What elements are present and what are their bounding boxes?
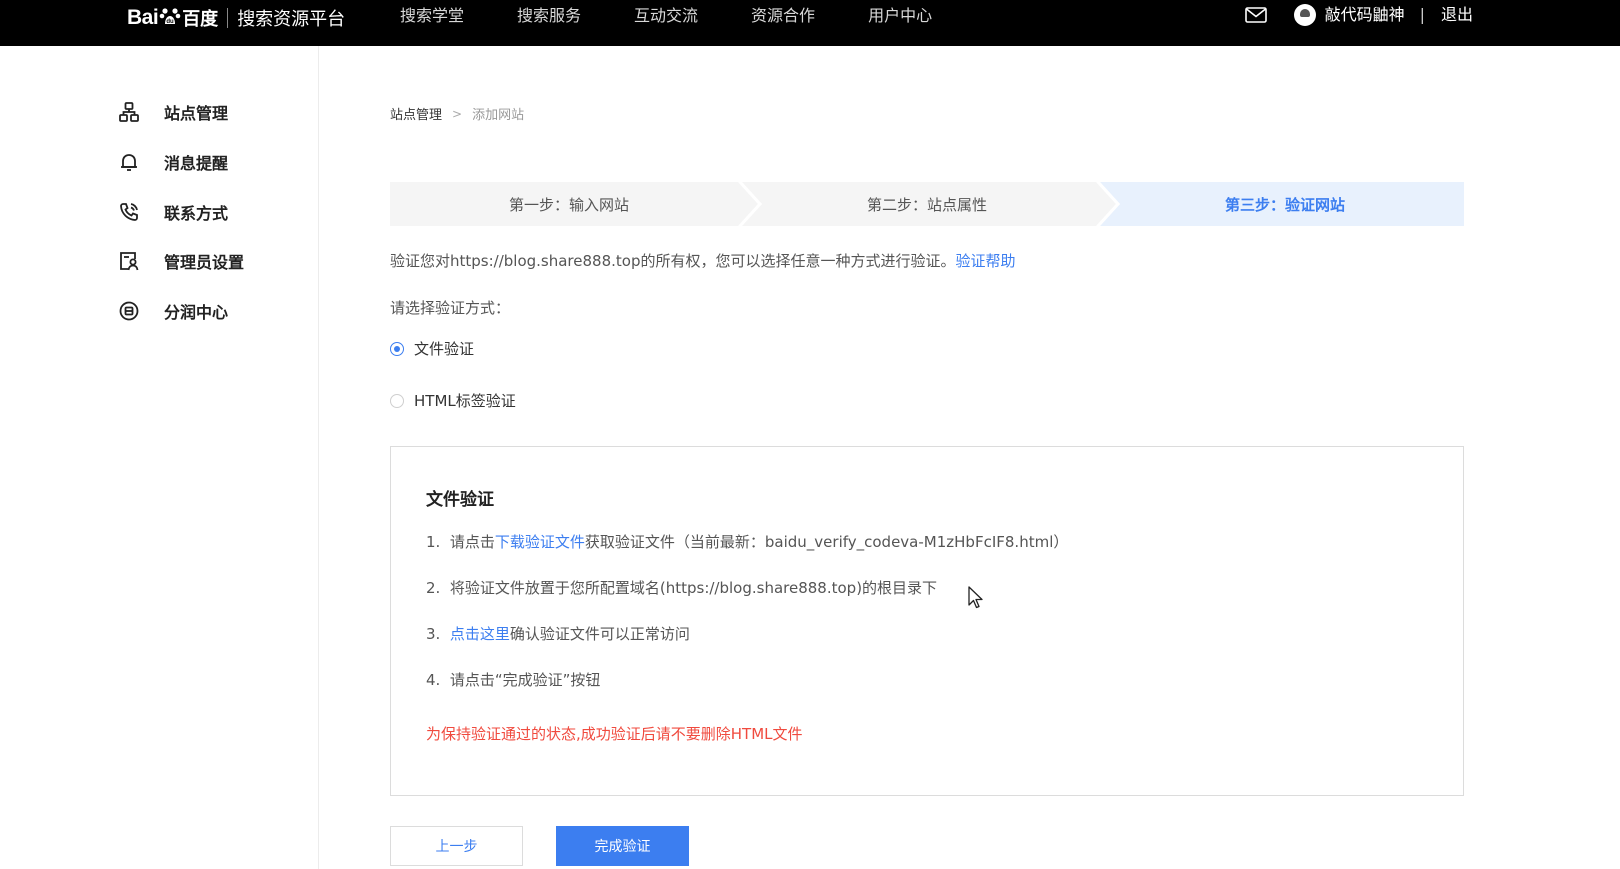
sidebar: 站点管理 消息提醒 联系方式 管理员设置 分润中心 bbox=[0, 46, 319, 869]
sidebar-item-label: 管理员设置 bbox=[164, 253, 245, 272]
logout-link[interactable]: 退出 bbox=[1441, 3, 1473, 27]
step-text: 获取验证文件（当前最新：baidu_verify_codeva-M1zHbFcI… bbox=[584, 533, 1069, 551]
step-2: 第二步：站点属性 bbox=[866, 196, 987, 214]
check-access-link[interactable]: 点击这里 bbox=[450, 625, 510, 643]
step-text: 请点击“完成验证”按钮 bbox=[449, 671, 601, 689]
verify-help-link[interactable]: 验证帮助 bbox=[955, 252, 1015, 270]
choose-method-label: 请选择验证方式： bbox=[390, 299, 511, 317]
method-html-tag-verify[interactable]: HTML标签验证 bbox=[390, 390, 516, 411]
step-number: 1. bbox=[426, 533, 441, 551]
top-nav: 搜索学堂 搜索服务 互动交流 资源合作 用户中心 bbox=[400, 4, 985, 28]
step-indicator: 第一步：输入网站 第二步：站点属性 第三步：验证网站 bbox=[390, 182, 1464, 226]
nav-search-service[interactable]: 搜索服务 bbox=[517, 4, 581, 28]
breadcrumb-site-management[interactable]: 站点管理 bbox=[390, 104, 442, 123]
sidebar-item-site-management[interactable]: 站点管理 bbox=[118, 99, 228, 125]
admin-settings-icon bbox=[118, 250, 140, 272]
file-verify-panel: 文件验证 1. 请点击下载验证文件获取验证文件（当前最新：baidu_verif… bbox=[390, 446, 1464, 796]
svg-text:du: du bbox=[167, 19, 175, 25]
finish-verify-button[interactable]: 完成验证 bbox=[556, 826, 689, 866]
breadcrumb-current: 添加网站 bbox=[472, 108, 525, 123]
sidebar-item-label: 分润中心 bbox=[164, 303, 229, 322]
revenue-share-icon bbox=[118, 300, 140, 322]
radio-html-tag-verify[interactable] bbox=[390, 393, 404, 408]
sidebar-item-label: 联系方式 bbox=[164, 204, 229, 223]
step-text: 确认验证文件可以正常访问 bbox=[509, 625, 690, 643]
method-label: HTML标签验证 bbox=[414, 392, 516, 410]
sidebar-item-label: 站点管理 bbox=[164, 104, 229, 123]
sidebar-item-revenue-share[interactable]: 分润中心 bbox=[118, 298, 228, 324]
user-area: 敲代码鼬神 | 退出 bbox=[1244, 3, 1473, 27]
step-text: 请点击 bbox=[449, 533, 495, 551]
nav-resource-cooperation[interactable]: 资源合作 bbox=[751, 4, 815, 28]
nav-interaction[interactable]: 互动交流 bbox=[634, 4, 698, 28]
step-number: 3. bbox=[426, 625, 441, 643]
download-verify-file-link[interactable]: 下载验证文件 bbox=[495, 533, 585, 551]
top-navbar: Bai du 百度 搜索资源平台 搜索学堂 搜索服务 互动交流 资源合作 用户中… bbox=[0, 0, 1620, 46]
instruction-step-1: 1. 请点击下载验证文件获取验证文件（当前最新：baidu_verify_cod… bbox=[426, 531, 1068, 552]
logo-divider bbox=[227, 8, 229, 28]
chevron-right-icon: > bbox=[452, 106, 463, 121]
step-number: 4. bbox=[426, 671, 441, 689]
mail-icon[interactable] bbox=[1244, 7, 1267, 23]
breadcrumb: 站点管理 > 添加网站 bbox=[390, 104, 525, 124]
prev-step-button[interactable]: 上一步 bbox=[390, 826, 523, 866]
step-1: 第一步：输入网站 bbox=[508, 196, 629, 214]
sidebar-item-label: 消息提醒 bbox=[164, 154, 229, 173]
sidebar-item-contact[interactable]: 联系方式 bbox=[118, 199, 228, 225]
sitemap-icon bbox=[118, 101, 140, 123]
username[interactable]: 敲代码鼬神 bbox=[1325, 3, 1405, 27]
sidebar-item-messages[interactable]: 消息提醒 bbox=[118, 149, 228, 175]
logo-chinese: 百度 bbox=[182, 9, 219, 30]
main-content: 站点管理 > 添加网站 第一步：输入网站 第二步：站点属性 第三步：验证网站 验… bbox=[390, 46, 1620, 869]
logo-text: Bai bbox=[127, 6, 159, 29]
step-number: 2. bbox=[426, 579, 441, 597]
sidebar-item-admin-settings[interactable]: 管理员设置 bbox=[118, 248, 244, 274]
instruction-step-4: 4. 请点击“完成验证”按钮 bbox=[426, 669, 600, 690]
verify-intro: 验证您对https://blog.share888.top的所有权，您可以选择任… bbox=[390, 250, 1016, 271]
avatar[interactable] bbox=[1293, 4, 1316, 26]
intro-text: 验证您对https://blog.share888.top的所有权，您可以选择任… bbox=[390, 252, 956, 270]
phone-icon bbox=[118, 201, 140, 223]
method-file-verify[interactable]: 文件验证 bbox=[390, 338, 474, 359]
step-3-active: 第三步：验证网站 bbox=[1224, 196, 1345, 214]
divider: | bbox=[1419, 5, 1425, 24]
method-label: 文件验证 bbox=[414, 340, 475, 358]
warning-text: 为保持验证通过的状态,成功验证后请不要删除HTML文件 bbox=[426, 725, 803, 743]
radio-file-verify[interactable] bbox=[390, 341, 404, 356]
baidu-logo[interactable]: Bai du 百度 搜索资源平台 bbox=[127, 4, 345, 32]
platform-name: 搜索资源平台 bbox=[237, 9, 346, 30]
instruction-step-3: 3. 点击这里确认验证文件可以正常访问 bbox=[426, 623, 690, 644]
paw-icon: du bbox=[159, 5, 181, 31]
panel-title: 文件验证 bbox=[426, 490, 494, 510]
nav-user-center[interactable]: 用户中心 bbox=[868, 4, 932, 28]
mouse-cursor-icon bbox=[968, 586, 983, 609]
step-text: 将验证文件放置于您所配置域名(https://blog.share888.top… bbox=[449, 579, 938, 597]
nav-search-academy[interactable]: 搜索学堂 bbox=[400, 4, 464, 28]
instruction-step-2: 2. 将验证文件放置于您所配置域名(https://blog.share888.… bbox=[426, 577, 937, 598]
bell-icon bbox=[118, 151, 140, 173]
